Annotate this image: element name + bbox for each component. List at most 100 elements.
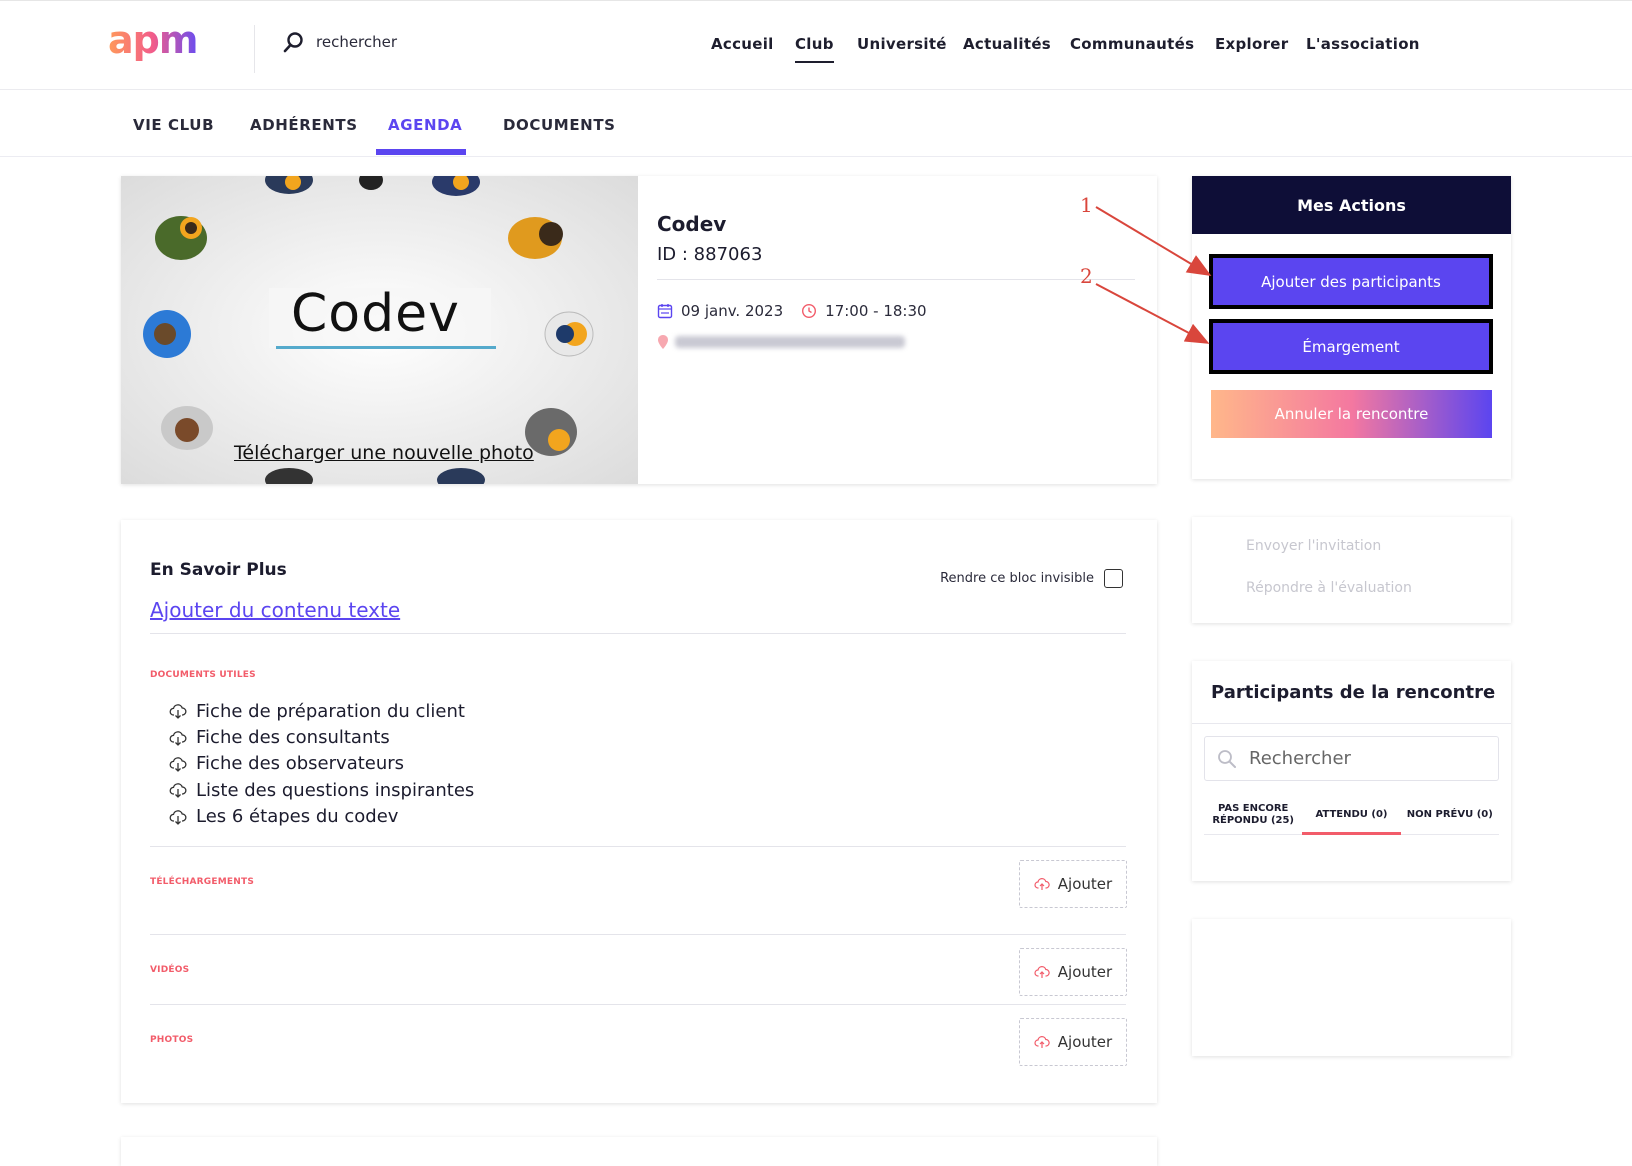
tab-documents[interactable]: DOCUMENTS [503, 116, 616, 134]
tab-agenda[interactable]: AGENDA [388, 116, 462, 134]
add-label: Ajouter [1057, 963, 1113, 981]
event-date: 09 janv. 2023 [681, 302, 784, 320]
nav-club[interactable]: Club [795, 35, 834, 63]
location-pin-icon [658, 335, 668, 349]
participants-tabs: PAS ENCORE RÉPONDU (25) ATTENDU (0) NON … [1204, 795, 1499, 835]
image-underline [276, 346, 496, 349]
header-divider [254, 25, 255, 73]
document-name: Liste des questions inspirantes [196, 779, 475, 801]
answer-evaluation-link[interactable]: Répondre à l'évaluation [1246, 580, 1412, 596]
document-item[interactable]: Fiche de préparation du client [169, 698, 474, 724]
participants-card: Participants de la rencontre Rechercher … [1192, 661, 1511, 881]
documents-section-label: DOCUMENTS UTILES [150, 670, 256, 680]
event-image[interactable]: Codev Télécharger une nouvelle photo [121, 176, 638, 484]
cloud-upload-icon [1034, 878, 1050, 890]
search-icon[interactable] [282, 31, 304, 55]
redacted-location [675, 336, 905, 348]
invite-card: Envoyer l'invitation Répondre à l'évalua… [1192, 517, 1511, 623]
document-item[interactable]: Les 6 étapes du codev [169, 804, 474, 830]
club-subnav: VIE CLUB ADHÉRENTS AGENDA DOCUMENTS [0, 90, 1632, 157]
invisible-checkbox[interactable] [1104, 569, 1123, 588]
add-video-button[interactable]: Ajouter [1019, 948, 1127, 996]
cloud-upload-icon [1034, 1036, 1050, 1048]
event-title: Codev [657, 212, 727, 236]
invisible-toggle-label: Rendre ce bloc invisible [940, 571, 1094, 586]
active-tab-indicator [376, 149, 466, 155]
clock-icon [802, 303, 817, 319]
cloud-download-icon [169, 783, 187, 799]
tab-not-answered[interactable]: PAS ENCORE RÉPONDU (25) [1204, 795, 1302, 834]
upload-photo-link[interactable]: Télécharger une nouvelle photo [234, 442, 534, 464]
event-location [657, 334, 905, 350]
nav-explorer[interactable]: Explorer [1215, 35, 1288, 53]
photos-section-label: PHOTOS [150, 1035, 194, 1045]
event-datetime: 09 janv. 2023 17:00 - 18:30 [657, 302, 927, 320]
tab-adherents[interactable]: ADHÉRENTS [250, 116, 358, 134]
add-text-link[interactable]: Ajouter du contenu texte [150, 598, 400, 622]
nav-universite[interactable]: Université [857, 35, 947, 53]
divider [1192, 723, 1511, 724]
document-item[interactable]: Fiche des observateurs [169, 751, 474, 777]
document-name: Fiche de préparation du client [196, 700, 465, 722]
add-download-button[interactable]: Ajouter [1019, 860, 1127, 908]
person-figure [155, 216, 207, 260]
tab-unplanned[interactable]: NON PRÉVU (0) [1401, 795, 1499, 834]
nav-association[interactable]: L'association [1306, 35, 1420, 53]
search-placeholder: Rechercher [1249, 748, 1351, 769]
divider [150, 934, 1126, 935]
tab-vie-club[interactable]: VIE CLUB [133, 116, 214, 134]
nav-accueil[interactable]: Accueil [711, 35, 774, 53]
logo-text: apm [108, 27, 197, 62]
divider [150, 633, 1126, 634]
documents-list: Fiche de préparation du client Fiche des… [169, 698, 474, 830]
cloud-download-icon [169, 757, 187, 772]
document-name: Les 6 étapes du codev [196, 806, 399, 828]
actions-title: Mes Actions [1192, 176, 1511, 234]
cloud-upload-icon [1034, 966, 1050, 978]
search-icon [1218, 749, 1236, 768]
next-card [121, 1137, 1157, 1166]
document-name: Fiche des consultants [196, 727, 390, 749]
nav-actualites[interactable]: Actualités [963, 35, 1051, 53]
document-name: Fiche des observateurs [196, 753, 405, 775]
divider [657, 279, 1135, 280]
document-item[interactable]: Liste des questions inspirantes [169, 777, 474, 803]
add-label: Ajouter [1057, 1033, 1113, 1051]
add-label: Ajouter [1057, 875, 1113, 893]
person-figure [161, 406, 213, 450]
nav-communautes[interactable]: Communautés [1070, 35, 1194, 53]
document-item[interactable]: Fiche des consultants [169, 724, 474, 750]
calendar-icon [657, 304, 673, 319]
image-title: Codev [291, 284, 460, 344]
participants-search-input[interactable]: Rechercher [1204, 736, 1499, 781]
add-participants-button[interactable]: Ajouter des participants [1209, 254, 1493, 309]
header-search-input[interactable]: rechercher [316, 33, 397, 51]
annotation-number: 1 [1080, 193, 1093, 217]
details-title: En Savoir Plus [150, 560, 287, 580]
divider [150, 1004, 1126, 1005]
add-photo-button[interactable]: Ajouter [1019, 1018, 1127, 1066]
cloud-download-icon [169, 730, 187, 746]
cancel-meeting-button[interactable]: Annuler la rencontre [1211, 390, 1492, 438]
tab-expected[interactable]: ATTENDU (0) [1302, 795, 1401, 835]
send-invitation-link[interactable]: Envoyer l'invitation [1246, 538, 1381, 554]
cloud-download-icon [169, 704, 187, 720]
empty-card [1192, 919, 1511, 1056]
event-id: ID : 887063 [657, 244, 763, 265]
person-figure [143, 310, 191, 358]
event-time: 17:00 - 18:30 [825, 302, 927, 320]
actions-card: Mes Actions Ajouter des participants Éma… [1192, 176, 1511, 479]
annotation-number: 2 [1080, 264, 1093, 288]
top-header: apm rechercher Accueil Club Université A… [0, 0, 1632, 90]
details-card: En Savoir Plus Rendre ce bloc invisible … [121, 520, 1157, 1103]
downloads-section-label: TÉLÉCHARGEMENTS [150, 877, 254, 887]
divider [150, 846, 1126, 847]
attendance-button[interactable]: Émargement [1209, 319, 1493, 374]
cloud-download-icon [169, 809, 187, 825]
videos-section-label: VIDÉOS [150, 965, 190, 975]
person-figure [544, 311, 594, 357]
invisible-toggle[interactable]: Rendre ce bloc invisible [940, 569, 1123, 588]
event-info: Codev ID : 887063 09 janv. 2023 17:00 - … [657, 176, 1137, 484]
event-card: Codev Télécharger une nouvelle photo Cod… [121, 176, 1157, 484]
apm-logo[interactable]: apm [108, 27, 222, 69]
